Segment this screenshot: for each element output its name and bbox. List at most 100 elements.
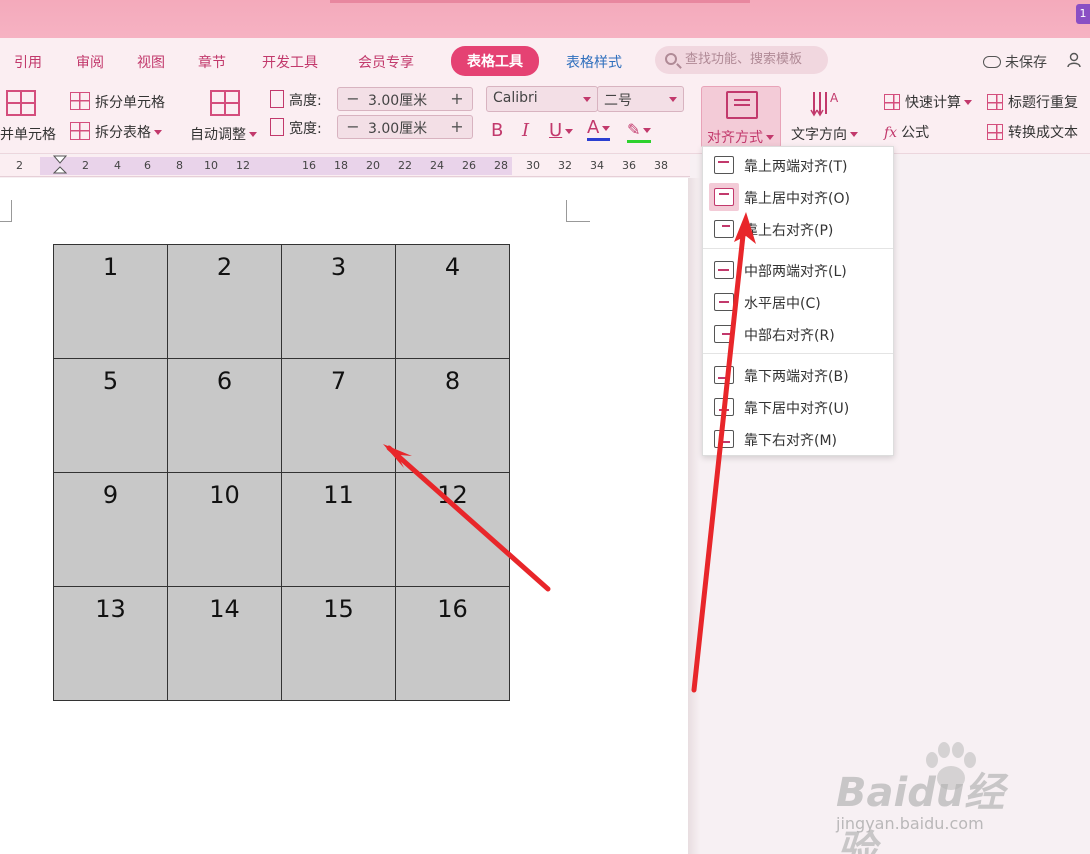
menu-item-bottom-center[interactable]: 靠下居中对齐(U) [703,392,893,422]
table-cell[interactable]: 8 [395,358,510,473]
table-cell[interactable]: 1 [53,244,168,359]
width-increment-button[interactable]: + [444,116,470,138]
highlighter-icon: ✎ [627,120,641,139]
row-height-icon [270,90,284,108]
align-mode-button[interactable]: 对齐方式 [701,86,781,148]
split-cell-icon [70,92,90,110]
horizontal-ruler[interactable]: 2 2 4 6 8 10 12 16 18 20 22 24 26 28 30 … [0,155,690,177]
indent-marker-icon[interactable] [53,155,67,177]
repeat-header-button[interactable]: 标题行重复 [987,92,1078,112]
font-color-button[interactable]: A [587,117,611,141]
menu-item-middle-center[interactable]: 水平居中(C) [703,287,893,317]
bold-button[interactable]: B [491,120,503,141]
ruler-tick: 8 [176,159,183,172]
align-bottom-justify-icon [714,366,734,384]
ruler-tick: 32 [558,159,572,172]
formula-button[interactable]: fx 公式 [884,122,929,142]
tab-view[interactable]: 视图 [137,52,165,72]
underline-button[interactable]: U [549,120,574,141]
font-size-select[interactable]: 二号 [597,86,684,112]
menu-item-middle-right[interactable]: 中部右对齐(R) [703,319,893,349]
text-direction-button[interactable]: 文字方向 [791,124,858,144]
user-icon[interactable] [1067,52,1083,68]
ruler-tick: 34 [590,159,604,172]
menu-item-bottom-justify[interactable]: 靠下两端对齐(B) [703,360,893,390]
chevron-down-icon [643,128,652,133]
text-direction-icon: A [810,91,839,117]
tab-review[interactable]: 审阅 [76,52,104,72]
italic-button[interactable]: I [522,120,529,141]
menu-item-top-justify[interactable]: 靠上两端对齐(T) [703,150,893,180]
table-cell[interactable]: 7 [281,358,396,473]
height-decrement-button[interactable]: − [340,88,366,110]
font-name-select[interactable]: Calibri [486,86,598,112]
tab-references[interactable]: 引用 [14,52,42,72]
table-cell[interactable]: 16 [395,586,510,701]
merge-cells-button[interactable]: 并单元格 [0,124,56,144]
ruler-tick: 2 [82,159,89,172]
table-cell[interactable]: 3 [281,244,396,359]
tab-chapter[interactable]: 章节 [198,52,226,72]
quick-calc-button[interactable]: 快速计算 [884,92,972,112]
align-mode-label: 对齐方式 [707,127,774,147]
height-value[interactable]: 3.00厘米 [368,90,427,110]
chevron-down-icon [583,97,591,102]
repeat-header-icon [987,94,1003,110]
menu-item-label: 靠上右对齐(P) [744,223,834,239]
menu-item-bottom-right[interactable]: 靠下右对齐(M) [703,424,893,454]
width-stepper[interactable]: − 3.00厘米 + [337,115,473,139]
width-value[interactable]: 3.00厘米 [368,118,427,138]
table-cell[interactable]: 2 [167,244,282,359]
font-color-label: A [587,117,600,138]
height-increment-button[interactable]: + [444,88,470,110]
table-row: 5 6 7 8 [53,358,510,473]
table-cell[interactable]: 13 [53,586,168,701]
chevron-down-icon [964,100,972,105]
table-cell[interactable]: 12 [395,472,510,587]
menu-item-top-center[interactable]: 靠上居中对齐(O) [703,182,893,212]
table-cell[interactable]: 11 [281,472,396,587]
text-direction-label: 文字方向 [791,127,847,143]
table-cell[interactable]: 15 [281,586,396,701]
document-table[interactable]: 1 2 3 4 5 6 7 8 9 10 11 12 13 14 15 16 [53,244,510,701]
menu-separator [703,353,893,354]
auto-fit-button[interactable]: 自动调整 [190,124,257,144]
search-icon [665,53,677,65]
tab-developer[interactable]: 开发工具 [262,52,318,72]
column-width-icon [270,118,284,136]
align-top-justify-icon [714,156,734,174]
baidu-watermark: Baidu经验 jingyan.baidu.com [836,742,1036,854]
align-mode-text: 对齐方式 [707,130,763,146]
ruler-tick: 26 [462,159,476,172]
convert-text-button[interactable]: 转换成文本 [987,122,1078,142]
ruler-tick: 30 [526,159,540,172]
menu-item-top-right[interactable]: 靠上右对齐(P) [703,214,893,244]
width-decrement-button[interactable]: − [340,116,366,138]
table-cell[interactable]: 14 [167,586,282,701]
quick-calc-label: 快速计算 [905,95,961,111]
table-cell[interactable]: 10 [167,472,282,587]
menu-item-middle-justify[interactable]: 中部两端对齐(L) [703,255,893,285]
window-badge[interactable]: 1 [1076,4,1090,24]
table-cell[interactable]: 6 [167,358,282,473]
repeat-header-label: 标题行重复 [1008,95,1078,111]
margin-corner-mark [0,200,12,222]
tab-table-tools[interactable]: 表格工具 [451,46,539,76]
align-top-center-icon [714,188,734,206]
tab-table-style[interactable]: 表格样式 [566,52,622,72]
search-input[interactable]: 查找功能、搜索模板 [655,46,828,74]
split-cell-button[interactable]: 拆分单元格 [70,92,165,112]
table-cell[interactable]: 5 [53,358,168,473]
table-cell[interactable]: 9 [53,472,168,587]
chevron-down-icon [850,132,858,137]
save-status[interactable]: 未保存 [983,52,1047,72]
tab-member[interactable]: 会员专享 [358,52,414,72]
split-table-button[interactable]: 拆分表格 [70,122,162,142]
menu-item-label: 水平居中(C) [744,296,821,312]
menu-item-label: 靠上两端对齐(T) [744,159,848,175]
table-cell[interactable]: 4 [395,244,510,359]
highlight-button[interactable]: ✎ [627,120,652,143]
ruler-tick: 24 [430,159,444,172]
height-stepper[interactable]: − 3.00厘米 + [337,87,473,111]
font-name-value: Calibri [493,90,538,106]
